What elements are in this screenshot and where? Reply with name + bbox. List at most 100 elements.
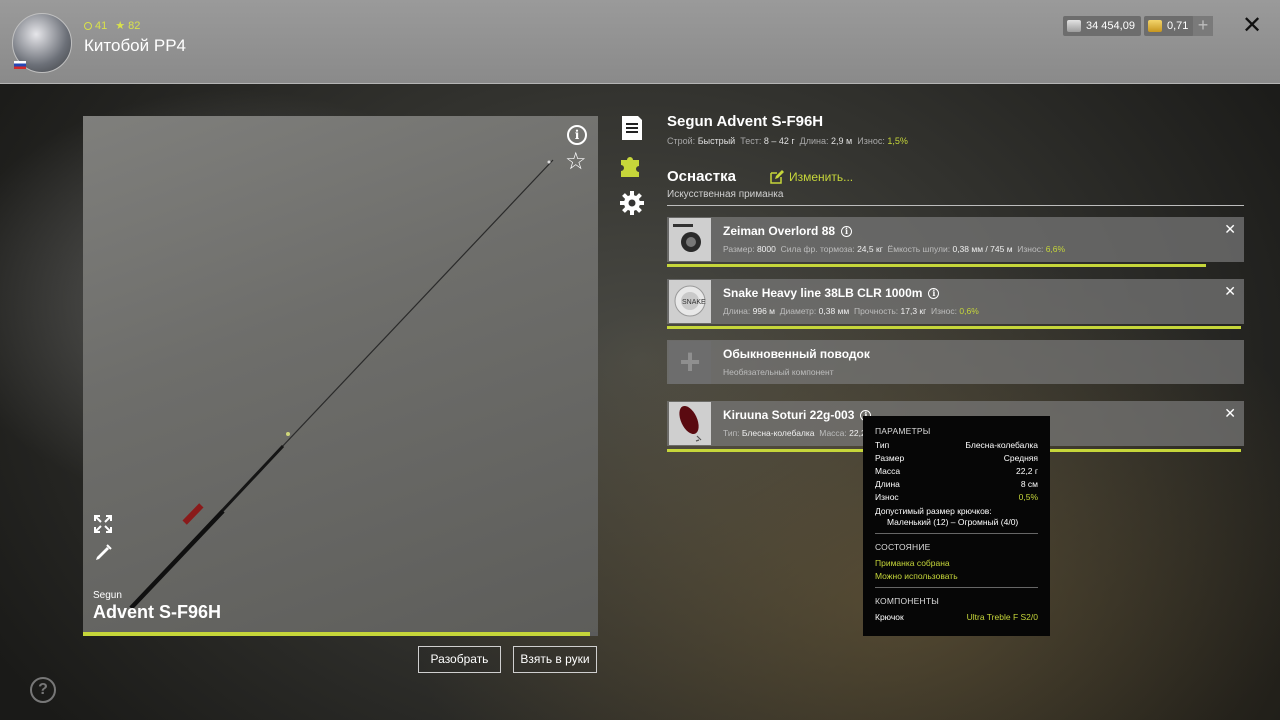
tooltip-hook-label: Допустимый размер крючков:	[875, 506, 992, 516]
meta-label: Диаметр:	[779, 306, 817, 316]
rank-star-icon: ★	[115, 20, 126, 32]
info-icon[interactable]: i	[567, 125, 587, 145]
meta-value: 24,5 кг	[857, 244, 883, 254]
level-icon	[84, 21, 92, 30]
favorite-star-icon[interactable]: ☆	[565, 150, 587, 174]
expand-icon[interactable]	[93, 514, 113, 534]
rod-specs: Строй: Быстрый Тест: 8 – 42 г Длина: 2,9…	[667, 136, 908, 146]
meta-value: 8000	[756, 244, 776, 254]
silver-balance: 34 454,09	[1063, 16, 1141, 36]
tab-description-icon[interactable]	[619, 115, 645, 141]
line-wear-bar	[667, 326, 1241, 329]
rig-title: Оснастка	[667, 168, 736, 185]
component-leader[interactable]: + Обыкновенный поводок Необязательный ко…	[667, 340, 1244, 384]
remove-line-close-icon[interactable]: ✕	[1224, 283, 1236, 300]
tooltip-row: Износ 0,5%	[875, 492, 1038, 502]
divider	[875, 533, 1038, 534]
meta-label: Масса:	[819, 428, 847, 438]
tooltip-state-2: Можно использовать	[875, 571, 958, 581]
component-reel[interactable]: Zeiman Overlord 88 i Размер: 8000 Сила ф…	[667, 217, 1244, 262]
meta-value: 0,38 мм	[818, 306, 850, 316]
take-in-hands-button[interactable]: Взять в руки	[513, 646, 597, 673]
customize-icon[interactable]	[93, 543, 113, 563]
divider	[875, 587, 1038, 588]
tooltip-key: Длина	[875, 479, 900, 489]
silver-coin-icon	[1067, 20, 1081, 32]
reel-wear-bar	[667, 264, 1206, 267]
line-name: Snake Heavy line 38LB CLR 1000m	[723, 286, 923, 300]
disassemble-button[interactable]: Разобрать	[418, 646, 501, 673]
tab-settings-icon[interactable]	[619, 190, 645, 216]
meta-label: Износ:	[1017, 244, 1044, 254]
svg-text:SNAKE: SNAKE	[682, 299, 706, 306]
info-icon[interactable]: i	[928, 287, 940, 299]
component-name: Kiruuna Soturi 22g-003 i	[723, 408, 872, 422]
tooltip-row: Крючок Ultra Treble F S2/0	[875, 612, 1038, 622]
meta-label: Ёмкость шпули:	[887, 244, 951, 254]
rod-brand: Segun	[93, 590, 122, 601]
tooltip-row: Тип Блесна-колебалка	[875, 440, 1038, 450]
tooltip-value: 8 см	[1020, 479, 1038, 489]
leader-name: Обыкновенный поводок	[723, 347, 870, 361]
edit-rig-button[interactable]: Изменить...	[770, 170, 853, 184]
reel-thumbnail	[669, 218, 711, 261]
component-name: Snake Heavy line 38LB CLR 1000m i	[723, 286, 940, 300]
help-icon[interactable]: ?	[30, 677, 56, 703]
remove-lure-close-icon[interactable]: ✕	[1224, 405, 1236, 422]
lure-thumbnail	[669, 402, 711, 445]
spec-length-label: Длина:	[799, 136, 829, 146]
tooltip-key: Тип	[875, 440, 890, 450]
tab-components-icon[interactable]	[619, 152, 645, 178]
spec-wear-value: 1,5%	[887, 136, 908, 146]
meta-value: 6,6%	[1045, 244, 1066, 254]
rod-wear-bar	[83, 632, 598, 636]
spec-build-label: Строй:	[667, 136, 696, 146]
tooltip-key: Масса	[875, 466, 901, 476]
meta-label: Сила фр. тормоза:	[780, 244, 855, 254]
lure-name: Kiruuna Soturi 22g-003	[723, 408, 855, 422]
remove-reel-close-icon[interactable]: ✕	[1224, 221, 1236, 238]
add-currency-button[interactable]: +	[1193, 16, 1213, 36]
tooltip-value: 0,5%	[1018, 492, 1038, 502]
rank-value: 82	[128, 19, 141, 32]
player-stats: 41 ★ 82	[84, 19, 140, 32]
meta-value: 0,6%	[959, 306, 979, 316]
gold-balance: 0,71	[1144, 16, 1195, 36]
tooltip-row: Длина 8 см	[875, 479, 1038, 489]
spec-test-value: 8 – 42 г	[763, 136, 795, 146]
spec-length-value: 2,9 м	[831, 136, 853, 146]
tooltip-hook-range: Маленький (12) – Огромный (4/0)	[887, 517, 1019, 527]
tooltip-value: Средняя	[1003, 453, 1038, 463]
meta-value: 996 м	[752, 306, 776, 316]
meta-value: 0,38 мм / 745 м	[952, 244, 1013, 254]
meta-value: Блесна-колебалка	[741, 428, 815, 438]
info-icon[interactable]: i	[841, 225, 853, 237]
tooltip-row: Масса 22,2 г	[875, 466, 1038, 476]
rod-wear-bar-fill	[83, 632, 591, 636]
close-icon[interactable]: ✕	[1240, 14, 1264, 38]
meta-label: Размер:	[723, 244, 755, 254]
add-leader-plus-icon[interactable]: +	[669, 341, 711, 384]
line-meta: Длина: 996 м Диаметр: 0,38 мм Прочность:…	[723, 306, 979, 316]
meta-label: Тип:	[723, 428, 740, 438]
divider	[667, 205, 1244, 206]
gold-coin-icon	[1148, 20, 1162, 32]
spec-build-value: Быстрый	[697, 136, 736, 146]
tooltip-value: Блесна-колебалка	[965, 440, 1038, 450]
component-line[interactable]: SNAKE Snake Heavy line 38LB CLR 1000m i …	[667, 279, 1244, 324]
tooltip-components-title: КОМПОНЕНТЫ	[875, 596, 939, 606]
meta-label: Прочность:	[853, 306, 899, 316]
rod-preview: i ☆ Segun Advent S-F96H	[83, 116, 598, 636]
gold-value: 0,71	[1167, 20, 1189, 32]
reel-name: Zeiman Overlord 88	[723, 224, 836, 238]
tooltip-state-title: СОСТОЯНИЕ	[875, 542, 931, 552]
spec-test-label: Тест:	[740, 136, 762, 146]
meta-label: Износ:	[930, 306, 958, 316]
tooltip-key: Размер	[875, 453, 905, 463]
tooltip-params-title: ПАРАМЕТРЫ	[875, 426, 931, 436]
rod-model: Advent S-F96H	[93, 602, 222, 622]
component-name: Zeiman Overlord 88 i	[723, 224, 853, 238]
rank-stat: ★ 82	[115, 19, 141, 33]
username: Китобой РР4	[84, 36, 186, 55]
meta-value: 17,3 кг	[900, 306, 927, 316]
